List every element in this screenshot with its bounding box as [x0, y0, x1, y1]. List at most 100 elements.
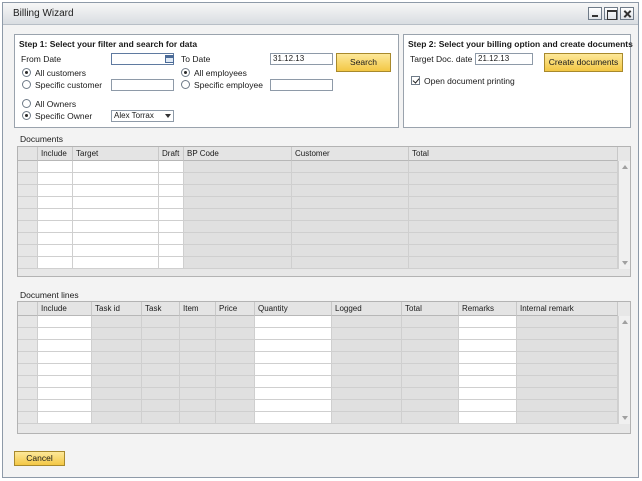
grid-cell[interactable] — [38, 364, 92, 376]
grid-cell[interactable] — [38, 233, 73, 245]
grid-cell — [180, 388, 216, 400]
owner-dropdown[interactable]: Alex Torrax — [111, 110, 174, 122]
grid-cell — [517, 364, 618, 376]
cancel-button[interactable]: Cancel — [14, 451, 65, 466]
grid-cell[interactable] — [38, 376, 92, 388]
grid-cell[interactable] — [38, 257, 73, 269]
open-printing-checkbox[interactable] — [411, 76, 420, 85]
grid-cell — [402, 376, 459, 388]
grid-cell[interactable] — [38, 316, 92, 328]
scroll-up-icon[interactable] — [622, 165, 628, 169]
grid-cell[interactable] — [159, 257, 184, 269]
grid-cell[interactable] — [159, 161, 184, 173]
target-date-field[interactable]: 21.12.13 — [475, 53, 533, 65]
vertical-scrollbar[interactable] — [618, 161, 630, 269]
grid-cell — [216, 364, 255, 376]
search-button[interactable]: Search — [336, 53, 391, 72]
grid-cell[interactable] — [73, 197, 159, 209]
specific-employee-field[interactable] — [270, 79, 333, 91]
calendar-icon[interactable] — [165, 55, 174, 63]
grid-cell[interactable] — [459, 376, 517, 388]
grid-cell[interactable] — [159, 173, 184, 185]
grid-cell — [332, 400, 402, 412]
grid-cell[interactable] — [255, 364, 332, 376]
grid-cell[interactable] — [255, 400, 332, 412]
grid-cell[interactable] — [255, 328, 332, 340]
chevron-down-icon — [165, 114, 171, 118]
grid-cell[interactable] — [73, 245, 159, 257]
all-employees-radio[interactable] — [181, 68, 190, 77]
specific-employee-radio[interactable] — [181, 80, 190, 89]
grid-cell[interactable] — [38, 352, 92, 364]
all-customers-radio[interactable] — [22, 68, 31, 77]
title-bar: Billing Wizard — [3, 3, 638, 25]
maximize-icon[interactable] — [604, 7, 618, 20]
grid-cell[interactable] — [73, 173, 159, 185]
all-owners-radio[interactable] — [22, 99, 31, 108]
grid-cell[interactable] — [38, 340, 92, 352]
scroll-up-icon[interactable] — [622, 320, 628, 324]
row-header — [18, 340, 38, 352]
grid-cell[interactable] — [73, 209, 159, 221]
grid-cell — [216, 316, 255, 328]
grid-cell — [92, 316, 142, 328]
minimize-icon[interactable] — [588, 7, 602, 20]
grid-cell[interactable] — [159, 221, 184, 233]
scroll-down-icon[interactable] — [622, 261, 628, 265]
grid-cell[interactable] — [73, 221, 159, 233]
grid-cell — [332, 352, 402, 364]
grid-cell[interactable] — [38, 209, 73, 221]
grid-cell[interactable] — [459, 340, 517, 352]
billing-wizard-window: Billing Wizard Step 1: Select your filte… — [2, 2, 639, 478]
grid-cell[interactable] — [159, 245, 184, 257]
grid-cell — [92, 400, 142, 412]
grid-cell — [216, 400, 255, 412]
grid-cell[interactable] — [38, 197, 73, 209]
grid-cell[interactable] — [255, 352, 332, 364]
grid-cell — [292, 257, 409, 269]
grid-cell[interactable] — [38, 412, 92, 424]
grid-cell[interactable] — [73, 185, 159, 197]
grid-cell[interactable] — [38, 245, 73, 257]
grid-cell[interactable] — [38, 400, 92, 412]
vertical-scrollbar[interactable] — [618, 316, 630, 424]
grid-cell[interactable] — [159, 209, 184, 221]
grid-cell[interactable] — [159, 233, 184, 245]
grid-cell[interactable] — [459, 328, 517, 340]
grid-cell[interactable] — [38, 328, 92, 340]
grid-cell[interactable] — [38, 161, 73, 173]
scroll-down-icon[interactable] — [622, 416, 628, 420]
grid-cell[interactable] — [73, 161, 159, 173]
grid-cell[interactable] — [459, 412, 517, 424]
target-date-label: Target Doc. date — [410, 54, 473, 64]
grid-cell[interactable] — [255, 376, 332, 388]
grid-cell — [332, 412, 402, 424]
grid-cell[interactable] — [38, 185, 73, 197]
grid-cell[interactable] — [255, 412, 332, 424]
column-header: Customer — [292, 147, 409, 161]
grid-cell[interactable] — [38, 388, 92, 400]
grid-cell[interactable] — [459, 316, 517, 328]
grid-cell[interactable] — [459, 400, 517, 412]
grid-cell[interactable] — [73, 257, 159, 269]
grid-cell[interactable] — [459, 388, 517, 400]
column-header: Task — [142, 302, 180, 316]
grid-cell[interactable] — [159, 185, 184, 197]
create-documents-button[interactable]: Create documents — [544, 53, 623, 72]
grid-cell[interactable] — [159, 197, 184, 209]
specific-owner-radio[interactable] — [22, 111, 31, 120]
grid-cell[interactable] — [38, 173, 73, 185]
grid-cell[interactable] — [459, 352, 517, 364]
grid-cell[interactable] — [73, 233, 159, 245]
grid-cell[interactable] — [255, 340, 332, 352]
grid-cell[interactable] — [459, 364, 517, 376]
to-date-field[interactable]: 31.12.13 — [270, 53, 333, 65]
specific-customer-radio[interactable] — [22, 80, 31, 89]
grid-cell — [517, 376, 618, 388]
grid-cell[interactable] — [255, 388, 332, 400]
grid-cell — [92, 388, 142, 400]
grid-cell[interactable] — [38, 221, 73, 233]
grid-cell[interactable] — [255, 316, 332, 328]
specific-customer-field[interactable] — [111, 79, 174, 91]
close-icon[interactable] — [620, 7, 634, 20]
